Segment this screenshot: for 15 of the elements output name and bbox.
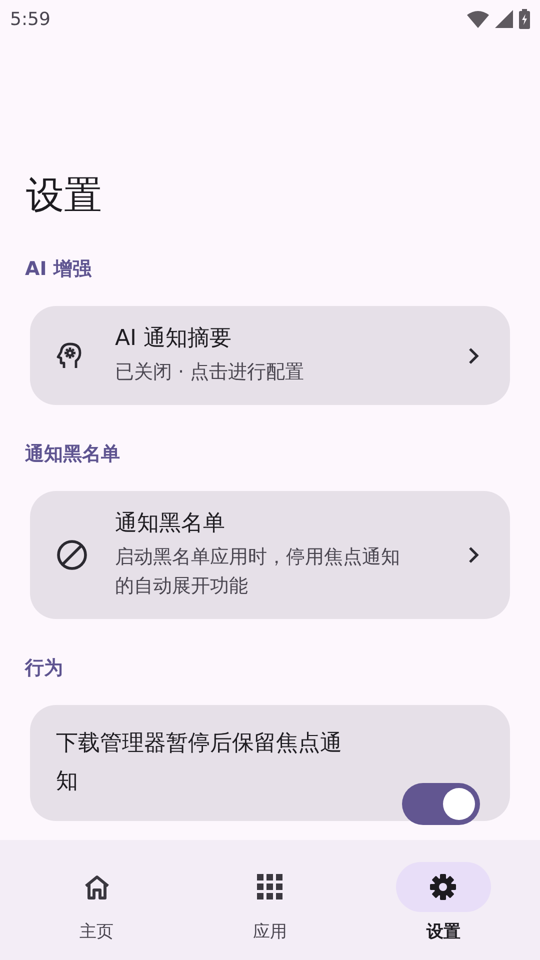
- setting-description: 已关闭 · 点击进行配置: [115, 360, 306, 385]
- setting-description: 启动黑名单应用时，停用焦点通知的自动展开功能: [115, 545, 401, 599]
- setting-title: 下载管理器暂停后保留焦点通知: [56, 730, 343, 796]
- page-title: 设置: [26, 172, 103, 219]
- nav-tab[interactable]: 主页: [10, 840, 184, 960]
- nav-tab[interactable]: 应用: [183, 840, 357, 960]
- setting-title: AI 通知摘要: [115, 325, 233, 353]
- section-header: 行为: [25, 656, 64, 681]
- section-header: AI 增强: [25, 257, 92, 282]
- section-header: 通知黑名单: [25, 442, 121, 467]
- settings-card[interactable]: 通知黑名单 启动黑名单应用时，停用焦点通知的自动展开功能: [30, 491, 510, 619]
- setting-title: 通知黑名单: [115, 510, 226, 538]
- status-time: 5:59: [10, 8, 50, 30]
- nav-tab[interactable]: 设置: [356, 840, 530, 960]
- settings-card[interactable]: AI 通知摘要 已关闭 · 点击进行配置: [30, 306, 510, 405]
